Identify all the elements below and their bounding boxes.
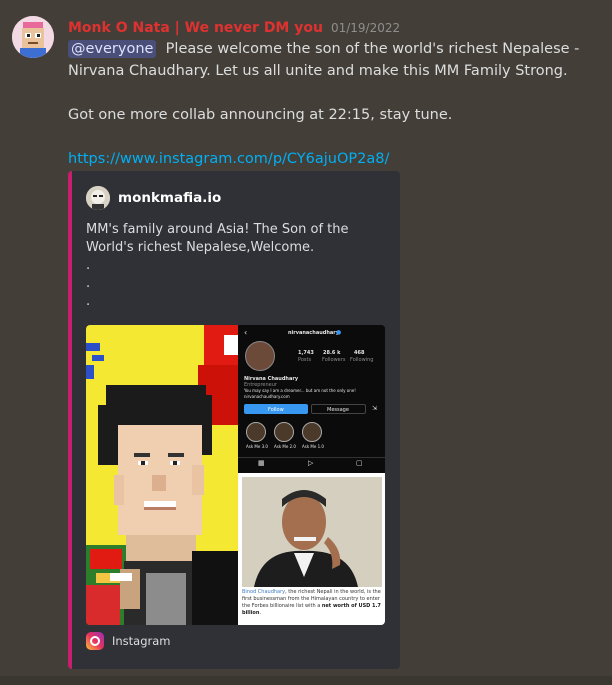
grid-icon: ▦ <box>258 459 265 467</box>
embed-dot: . <box>86 276 91 291</box>
news-name: Binod Chaudhary <box>242 589 286 595</box>
embed-author[interactable]: monkmafia.io <box>86 186 221 210</box>
embed-author-avatar <box>86 186 110 210</box>
instagram-post-link[interactable]: https://www.instagram.com/p/CY6ajuOP2a8/ <box>68 148 389 170</box>
profile-tabs-divider <box>238 457 385 458</box>
back-arrow-icon: ‹ <box>244 328 248 337</box>
instagram-icon <box>86 632 104 650</box>
add-person-icon: ⇲ <box>372 405 378 412</box>
message-divider <box>0 676 612 685</box>
follow-label: Follow <box>268 407 284 413</box>
embed-author-name[interactable]: monkmafia.io <box>118 190 221 206</box>
link-embed: monkmafia.io MM's family around Asia! Th… <box>68 171 400 669</box>
embed-image[interactable]: ‹ nirvanachaudhary ● 1,743 Posts 28.6 k … <box>86 325 385 625</box>
posts-label: Posts <box>298 357 312 363</box>
embed-dot: . <box>86 258 91 273</box>
highlight-3 <box>302 422 322 442</box>
message-timestamp: 01/19/2022 <box>330 21 401 35</box>
verified-badge-icon: ● <box>336 329 342 336</box>
highlight-1 <box>246 422 266 442</box>
profile-username: nirvanachaudhary <box>288 330 340 336</box>
message-label: Message <box>327 407 349 413</box>
followers-count: 28.6 k <box>323 350 341 356</box>
embed-dot: . <box>86 294 91 309</box>
portrait-photo <box>242 477 382 587</box>
posts-count: 1,743 <box>298 350 314 356</box>
highlight-2 <box>274 422 294 442</box>
message-header: Monk O Nata | We never DM you 01/19/2022 <box>68 17 400 37</box>
highlight-label: Ask Me 3.0 <box>246 444 268 449</box>
message-paragraph-welcome: @everyone Please welcome the son of the … <box>68 38 598 82</box>
profile-picture <box>245 341 275 371</box>
reels-icon: ▷ <box>308 459 314 467</box>
news-photo-panel: Binod Chaudhary, the richest Nepali in t… <box>238 473 385 625</box>
embed-description: MM's family around Asia! The Son of the … <box>86 221 386 311</box>
message-author[interactable]: Monk O Nata | We never DM you <box>68 20 323 36</box>
profile-bio: You may say I am a dreamer... but am not… <box>244 388 356 393</box>
followers-label: Followers <box>322 357 346 363</box>
news-text-2: . <box>259 610 262 616</box>
embed-footer-text: Instagram <box>112 634 171 648</box>
tagged-icon: ▢ <box>356 459 363 467</box>
highlight-label: Ask Me 2.0 <box>274 444 296 449</box>
message-text-collab: Got one more collab announcing at 22:15,… <box>68 107 453 123</box>
following-count: 468 <box>354 350 365 356</box>
highlight-label: Ask Me 1.0 <box>302 444 324 449</box>
instagram-profile-screenshot: ‹ nirvanachaudhary ● 1,743 Posts 28.6 k … <box>238 325 385 473</box>
embed-description-text: MM's family around Asia! The Son of the … <box>86 222 349 255</box>
news-caption: Binod Chaudhary, the richest Nepali in t… <box>242 589 382 617</box>
user-avatar[interactable] <box>12 16 54 58</box>
embed-footer: Instagram <box>86 632 171 650</box>
pixel-art-portrait <box>86 325 238 625</box>
following-label: Following <box>350 357 374 363</box>
everyone-mention[interactable]: @everyone <box>68 40 157 58</box>
profile-website: nirvanachaudhary.com <box>244 394 290 399</box>
